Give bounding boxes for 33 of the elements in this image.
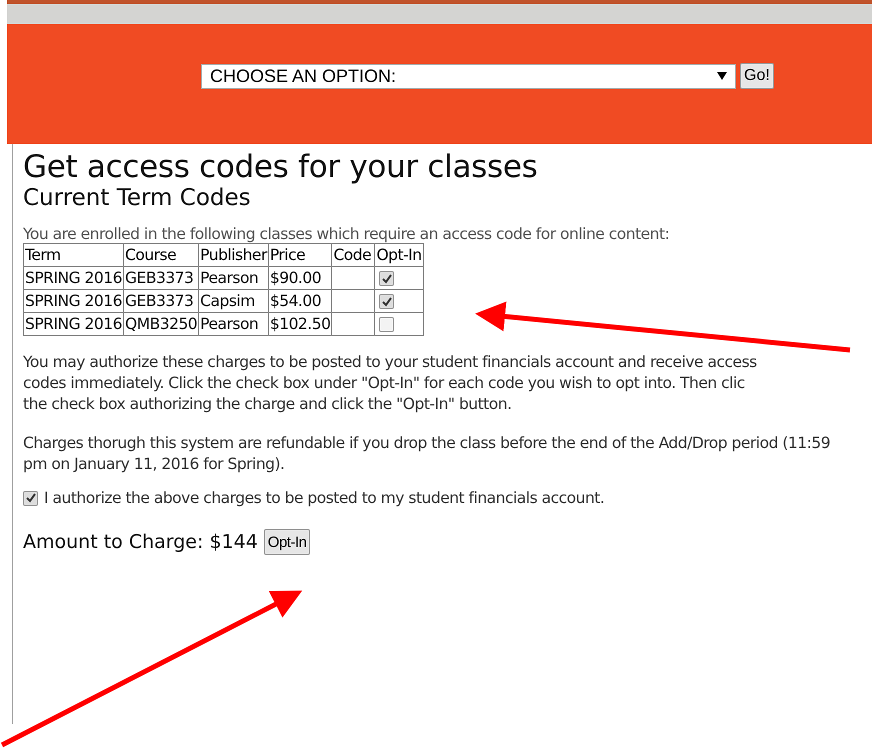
opt-in-checkbox[interactable] [379, 317, 394, 332]
column-header: Course [124, 244, 199, 266]
table-cell: GEB3373 [124, 290, 199, 312]
instructions-text: You may authorize these charges to be posted to your student financials account and receive access codes immediately. Click the check box under "Opt-In" for each code you wish to opt into. Then clic the check box authorizing the charge and click the "Opt-In" button. [23, 352, 758, 415]
caret-icon [717, 72, 727, 80]
table-cell: SPRING 2016 [24, 312, 124, 336]
page-title: Get access codes for your classes [23, 148, 538, 185]
opt-in-checkbox[interactable] [379, 271, 394, 286]
table-cell: $102.50 [268, 312, 332, 336]
option-select[interactable]: CHOOSE AN OPTION: [201, 64, 736, 88]
table-cell: $54.00 [268, 290, 332, 312]
table-cell: SPRING 2016 [24, 290, 124, 312]
section-title: Current Term Codes [23, 185, 252, 211]
column-header: Term [24, 244, 124, 266]
table-cell: GEB3373 [124, 266, 199, 290]
table-cell: QMB3250 [124, 312, 199, 336]
refund-note: Charges thorugh this system are refundable if you drop the class before the end of the Add/Drop period (11:59 pm on January 11, 2016 for Spring). [23, 433, 832, 475]
table-cell: $90.00 [268, 266, 332, 290]
table-cell: SPRING 2016 [24, 266, 124, 290]
authorize-label: I authorize the above charges to be posted to my student financials account. [44, 489, 604, 507]
opt-in-checkbox[interactable] [379, 294, 394, 310]
column-header: Publisher [198, 244, 268, 266]
table-cell: Pearson [198, 266, 268, 290]
table-cell: Capsim [198, 290, 268, 312]
go-button[interactable]: Go! [740, 63, 774, 89]
table-cell: Pearson [198, 312, 268, 336]
amount-text: Amount to Charge: $144 [23, 531, 258, 553]
column-header: Code [332, 244, 375, 266]
column-header: Price [268, 244, 332, 266]
opt-in-button[interactable]: Opt-In [264, 529, 310, 555]
intro-text: You are enrolled in the following classes which require an access code for online content: [23, 225, 670, 243]
column-header: Opt-In [374, 244, 424, 266]
authorize-checkbox[interactable] [23, 490, 38, 506]
